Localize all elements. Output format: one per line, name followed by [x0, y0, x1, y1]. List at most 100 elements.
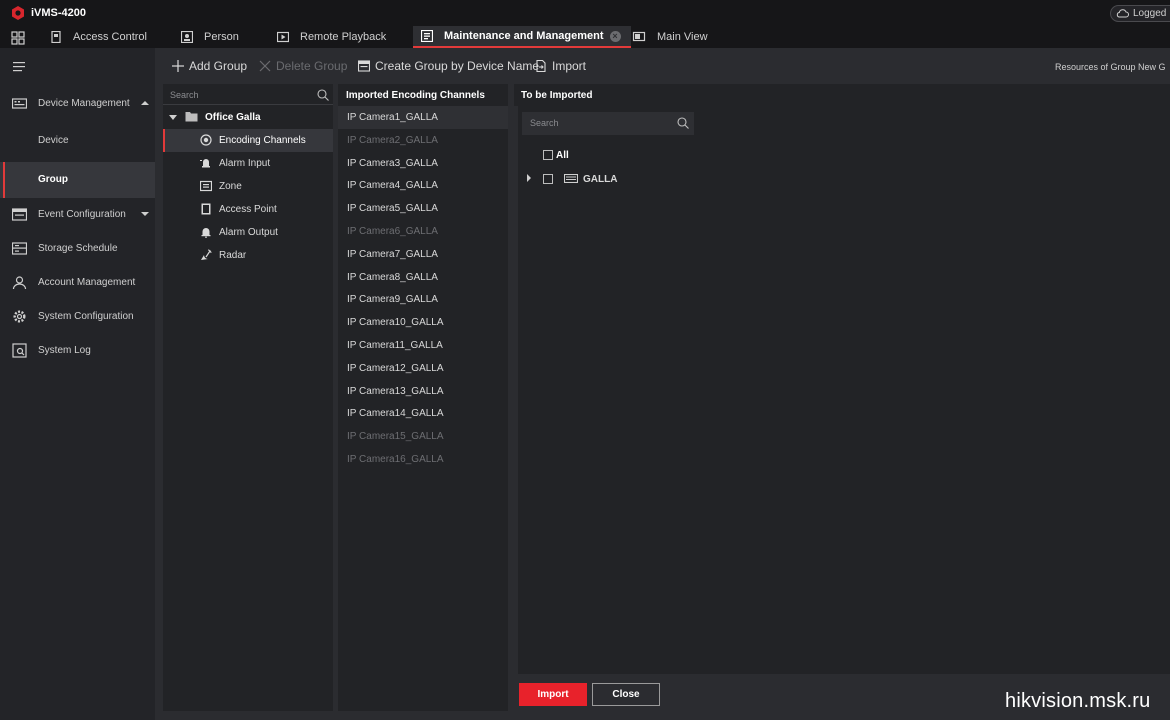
account-icon [12, 275, 27, 289]
tree-item-radar[interactable]: Radar [163, 244, 333, 267]
channel-name: IP Camera9_GALLA [347, 294, 438, 306]
maintenance-icon [421, 30, 433, 42]
sidebar-item-system-configuration[interactable]: System Configuration [0, 299, 155, 333]
tab-person[interactable]: Person [181, 26, 239, 48]
add-group-button[interactable]: Add Group [172, 59, 247, 73]
collapse-triangle-icon[interactable] [169, 115, 177, 120]
select-all-checkbox[interactable] [543, 150, 553, 160]
sidebar-item-device-management[interactable]: Device Management [0, 86, 155, 120]
tree-item-alarm-output[interactable]: Alarm Output [163, 221, 333, 244]
person-card-icon [181, 31, 193, 43]
expand-triangle-icon[interactable] [527, 174, 531, 182]
add-group-label: Add Group [189, 59, 248, 73]
import-search-input[interactable]: Search [522, 112, 694, 135]
search-icon[interactable] [677, 117, 689, 129]
tab-label: Maintenance and Management [444, 30, 604, 42]
create-group-icon [358, 60, 370, 72]
group-resources-title: Resources of Group New G [1055, 62, 1166, 72]
tree-search-input[interactable]: Search [163, 85, 333, 105]
tab-label: Person [204, 31, 239, 43]
channel-list-item[interactable]: IP Camera6_GALLA [338, 220, 508, 243]
import-button[interactable]: Import [519, 683, 587, 706]
tab-remote-playback[interactable]: Remote Playback [277, 26, 386, 48]
tab-access-control[interactable]: Access Control [50, 26, 147, 48]
tree-root-group[interactable]: Office Galla [163, 108, 333, 128]
channel-name: IP Camera4_GALLA [347, 180, 438, 192]
import-search-placeholder: Search [530, 118, 559, 128]
storage-icon [12, 241, 27, 255]
channel-name: IP Camera6_GALLA [347, 226, 438, 237]
channel-list-item[interactable]: IP Camera10_GALLA [338, 311, 508, 334]
tab-main-view[interactable]: Main View [632, 26, 708, 48]
channel-name: IP Camera12_GALLA [347, 362, 444, 374]
tree-item-access-point[interactable]: Access Point [163, 198, 333, 221]
hamburger-menu-icon[interactable] [13, 62, 25, 72]
tree-item-zone[interactable]: Zone [163, 175, 333, 198]
imported-channels-header: Imported Encoding Channels [346, 90, 485, 101]
channel-name: IP Camera10_GALLA [347, 317, 444, 329]
channel-list-item[interactable]: IP Camera14_GALLA [338, 402, 508, 425]
device-checkbox[interactable] [543, 174, 553, 184]
collapse-arrow-icon[interactable] [141, 101, 149, 105]
tab-maintenance-and-management[interactable]: Maintenance and Management × [413, 26, 631, 48]
channel-name: IP Camera15_GALLA [347, 431, 444, 443]
sidebar-item-system-log[interactable]: System Log [0, 333, 155, 367]
folder-icon [185, 112, 198, 122]
channel-list-item[interactable]: IP Camera2_GALLA [338, 129, 508, 152]
sidebar-item-label: Device [38, 135, 69, 146]
sidebar-item-label: System Configuration [38, 310, 134, 322]
channel-list-item[interactable]: IP Camera4_GALLA [338, 174, 508, 197]
sidebar-item-storage-schedule[interactable]: Storage Schedule [0, 231, 155, 265]
channel-list-item[interactable]: IP Camera9_GALLA [338, 288, 508, 311]
search-icon[interactable] [317, 89, 329, 101]
playback-icon [277, 31, 289, 43]
close-tab-icon[interactable]: × [609, 30, 621, 42]
sidebar-item-device[interactable]: Device [0, 123, 155, 159]
channel-list-item[interactable]: IP Camera5_GALLA [338, 197, 508, 220]
channel-list-item[interactable]: IP Camera3_GALLA [338, 152, 508, 175]
sidebar-item-group[interactable]: Group [0, 162, 155, 198]
event-config-icon [12, 207, 27, 221]
sidebar-item-event-configuration[interactable]: Event Configuration [0, 197, 155, 231]
channel-list-item[interactable]: IP Camera13_GALLA [338, 380, 508, 403]
tree-item-encoding-channels[interactable]: Encoding Channels [163, 129, 333, 152]
login-status[interactable]: Logged In [1110, 5, 1170, 22]
channel-name: IP Camera8_GALLA [347, 271, 438, 283]
create-group-label: Create Group by Device Name [375, 59, 540, 73]
cloud-icon [1116, 9, 1129, 18]
gear-icon [13, 309, 26, 323]
channel-list-item[interactable]: IP Camera16_GALLA [338, 448, 508, 471]
channel-name: IP Camera3_GALLA [347, 157, 438, 169]
import-device-tree: Search All GALLA [518, 106, 1170, 674]
import-toolbar-button[interactable]: Import [535, 59, 586, 73]
channel-list-item[interactable]: IP Camera8_GALLA [338, 266, 508, 289]
sidebar-item-label: Account Management [38, 276, 136, 288]
sidebar-item-label: Storage Schedule [38, 242, 118, 254]
tree-item-label: Zone [219, 181, 242, 192]
expand-arrow-icon[interactable] [141, 212, 149, 216]
import-toolbar-label: Import [552, 59, 587, 73]
delete-group-button[interactable]: Delete Group [259, 59, 347, 73]
channel-name: IP Camera7_GALLA [347, 248, 438, 260]
channel-list-item[interactable]: IP Camera12_GALLA [338, 357, 508, 380]
channel-name: IP Camera5_GALLA [347, 203, 438, 215]
create-group-by-device-name-button[interactable]: Create Group by Device Name [358, 59, 539, 73]
hikvision-logo-icon [12, 6, 24, 20]
imported-channels-panel: Imported Encoding Channels IP Camera1_GA… [338, 84, 508, 711]
grid-menu-icon[interactable] [11, 31, 25, 45]
sidebar: Device Management Device Group Event Con… [0, 48, 155, 720]
log-icon [12, 342, 27, 358]
to-be-imported-header: To be Imported [514, 84, 1170, 106]
channel-list-item[interactable]: IP Camera7_GALLA [338, 243, 508, 266]
main-view-icon [632, 31, 646, 42]
sidebar-item-account-management[interactable]: Account Management [0, 265, 155, 299]
channel-list-item[interactable]: IP Camera11_GALLA [338, 334, 508, 357]
close-button[interactable]: Close [592, 683, 660, 706]
channel-name: IP Camera11_GALLA [347, 340, 443, 351]
channel-list-item[interactable]: IP Camera15_GALLA [338, 425, 508, 448]
channel-name: IP Camera13_GALLA [347, 385, 444, 397]
tree-search-placeholder: Search [170, 90, 199, 100]
delete-group-label: Delete Group [276, 59, 348, 73]
channel-list-item[interactable]: IP Camera1_GALLA [338, 106, 508, 129]
tree-item-alarm-input[interactable]: Alarm Input [163, 152, 333, 175]
